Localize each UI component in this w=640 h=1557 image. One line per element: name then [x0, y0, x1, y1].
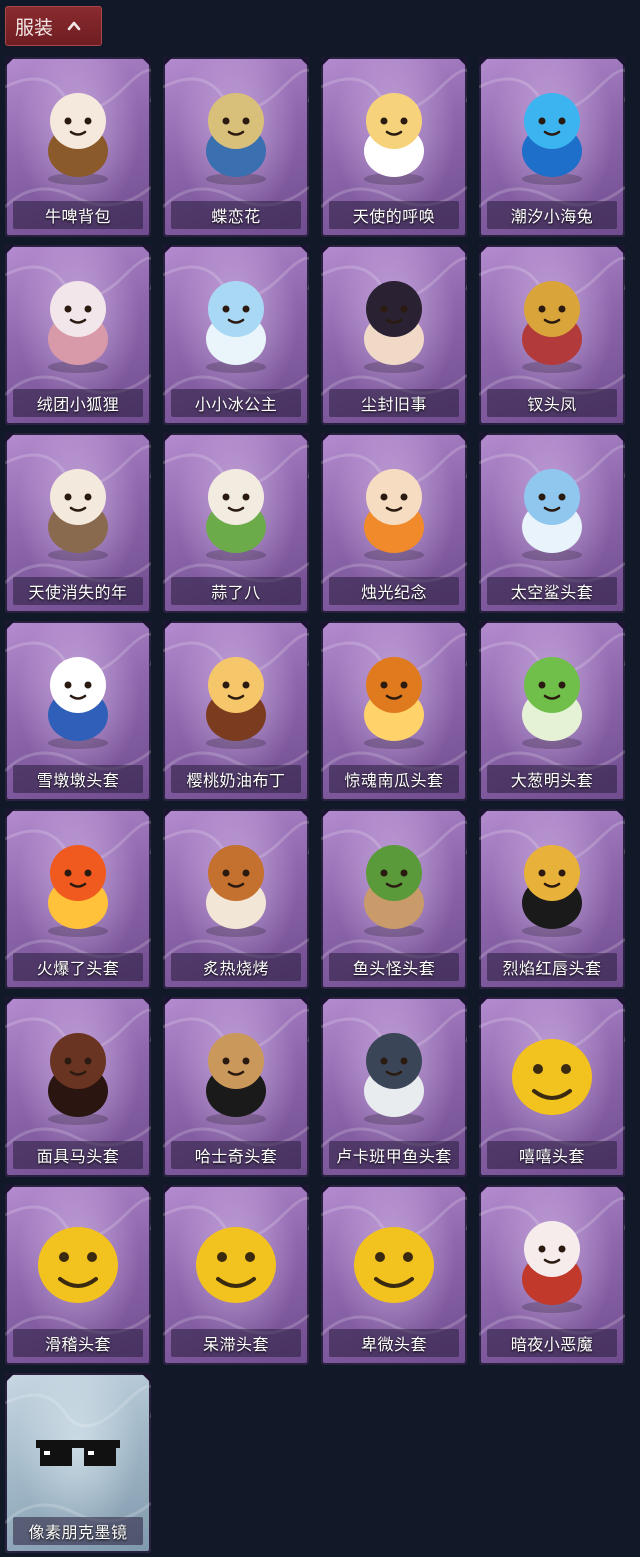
costume-section-toggle[interactable]: 服装 [5, 6, 102, 46]
shy-emoji-icon [354, 1227, 434, 1303]
costume-name: 太空鲨头套 [487, 577, 617, 605]
costume-name: 嘻嘻头套 [487, 1141, 617, 1169]
costume-card[interactable]: 炙热烧烤 [163, 809, 309, 989]
costume-name: 火爆了头套 [13, 953, 143, 981]
angel-charm-icon [364, 93, 424, 185]
costume-card[interactable]: 暗夜小恶魔 [479, 1185, 625, 1365]
costume-name: 天使消失的年 [13, 577, 143, 605]
costume-name: 暗夜小恶魔 [487, 1329, 617, 1357]
costume-card[interactable]: 小小冰公主 [163, 245, 309, 425]
costume-name: 卑微头套 [329, 1329, 459, 1357]
costume-name: 惊魂南瓜头套 [329, 765, 459, 793]
fish-head-icon [364, 1033, 424, 1125]
garlic-icon [206, 469, 266, 561]
costume-card[interactable]: 烈焰红唇头套 [479, 809, 625, 989]
costume-card[interactable]: 呆滞头套 [163, 1185, 309, 1365]
veiled-angel-icon [48, 469, 108, 561]
dark-prince-icon [364, 281, 424, 373]
costume-name: 蒜了八 [171, 577, 301, 605]
costume-card[interactable]: 滑稽头套 [5, 1185, 151, 1365]
yellow-mask-icon [522, 845, 582, 937]
costume-card[interactable]: 樱桃奶油布丁 [163, 621, 309, 801]
chevron-up-icon [67, 19, 81, 33]
butterfly-bell-icon [206, 93, 266, 185]
costume-name: 蝶恋花 [171, 201, 301, 229]
costume-name: 雪墩墩头套 [13, 765, 143, 793]
costume-card[interactable]: 天使消失的年 [5, 433, 151, 613]
fish-mask-icon [364, 845, 424, 937]
costume-name: 牛啤背包 [13, 201, 143, 229]
costume-name: 天使的呼唤 [329, 201, 459, 229]
costume-name: 烈焰红唇头套 [487, 953, 617, 981]
costume-name: 大葱明头套 [487, 765, 617, 793]
fire-head-icon [48, 845, 108, 937]
costume-card[interactable]: 鱼头怪头套 [321, 809, 467, 989]
costume-card[interactable]: 像素朋克墨镜 [5, 1373, 151, 1553]
costume-name: 面具马头套 [13, 1141, 143, 1169]
grin-emoji-icon [512, 1039, 592, 1115]
costume-name: 炙热烧烤 [171, 953, 301, 981]
costume-name: 尘封旧事 [329, 389, 459, 417]
costume-card[interactable]: 火爆了头套 [5, 809, 151, 989]
cow-barrel-icon [48, 93, 108, 185]
snowman-head-icon [48, 657, 108, 749]
costume-card[interactable]: 太空鲨头套 [479, 433, 625, 613]
costume-card[interactable]: 钗头凤 [479, 245, 625, 425]
costume-name: 呆滞头套 [171, 1329, 301, 1357]
pumpkin-icon [364, 657, 424, 749]
costume-card[interactable]: 绒团小狐狸 [5, 245, 151, 425]
costume-name: 鱼头怪头套 [329, 953, 459, 981]
costume-name: 樱桃奶油布丁 [171, 765, 301, 793]
pudding-icon [206, 657, 266, 749]
shark-head-icon [522, 469, 582, 561]
costume-card[interactable]: 大葱明头套 [479, 621, 625, 801]
ice-princess-icon [206, 281, 266, 373]
stare-emoji-icon [196, 1227, 276, 1303]
devil-mask-icon [522, 1221, 582, 1313]
costume-name: 绒团小狐狸 [13, 389, 143, 417]
costume-card[interactable]: 雪墩墩头套 [5, 621, 151, 801]
costume-card[interactable]: 面具马头套 [5, 997, 151, 1177]
costume-name: 潮汐小海兔 [487, 201, 617, 229]
fox-charm-icon [48, 281, 108, 373]
bbq-meat-icon [206, 845, 266, 937]
costume-name: 滑稽头套 [13, 1329, 143, 1357]
scallion-icon [522, 657, 582, 749]
costume-name: 烛光纪念 [329, 577, 459, 605]
smirk-emoji-icon [38, 1227, 118, 1303]
costume-card[interactable]: 潮汐小海兔 [479, 57, 625, 237]
costume-card[interactable]: 嘻嘻头套 [479, 997, 625, 1177]
blue-creature-icon [522, 93, 582, 185]
costume-card[interactable]: 尘封旧事 [321, 245, 467, 425]
costume-name: 像素朋克墨镜 [13, 1517, 143, 1545]
costume-card[interactable]: 卑微头套 [321, 1185, 467, 1365]
pixel-sunglasses-icon [36, 1440, 120, 1466]
section-title: 服装 [15, 16, 54, 39]
costume-name: 钗头凤 [487, 389, 617, 417]
horse-mask-icon [48, 1033, 108, 1125]
phoenix-crown-icon [522, 281, 582, 373]
costume-card[interactable]: 牛啤背包 [5, 57, 151, 237]
costume-card[interactable]: 蒜了八 [163, 433, 309, 613]
costume-card[interactable]: 烛光纪念 [321, 433, 467, 613]
costume-card[interactable]: 天使的呼唤 [321, 57, 467, 237]
candle-icon [364, 469, 424, 561]
costume-name: 小小冰公主 [171, 389, 301, 417]
costume-name: 卢卡班甲鱼头套 [329, 1141, 459, 1169]
dog-mask-icon [206, 1033, 266, 1125]
costume-card[interactable]: 哈士奇头套 [163, 997, 309, 1177]
costume-card[interactable]: 蝶恋花 [163, 57, 309, 237]
costume-card[interactable]: 卢卡班甲鱼头套 [321, 997, 467, 1177]
costume-card[interactable]: 惊魂南瓜头套 [321, 621, 467, 801]
costume-name: 哈士奇头套 [171, 1141, 301, 1169]
